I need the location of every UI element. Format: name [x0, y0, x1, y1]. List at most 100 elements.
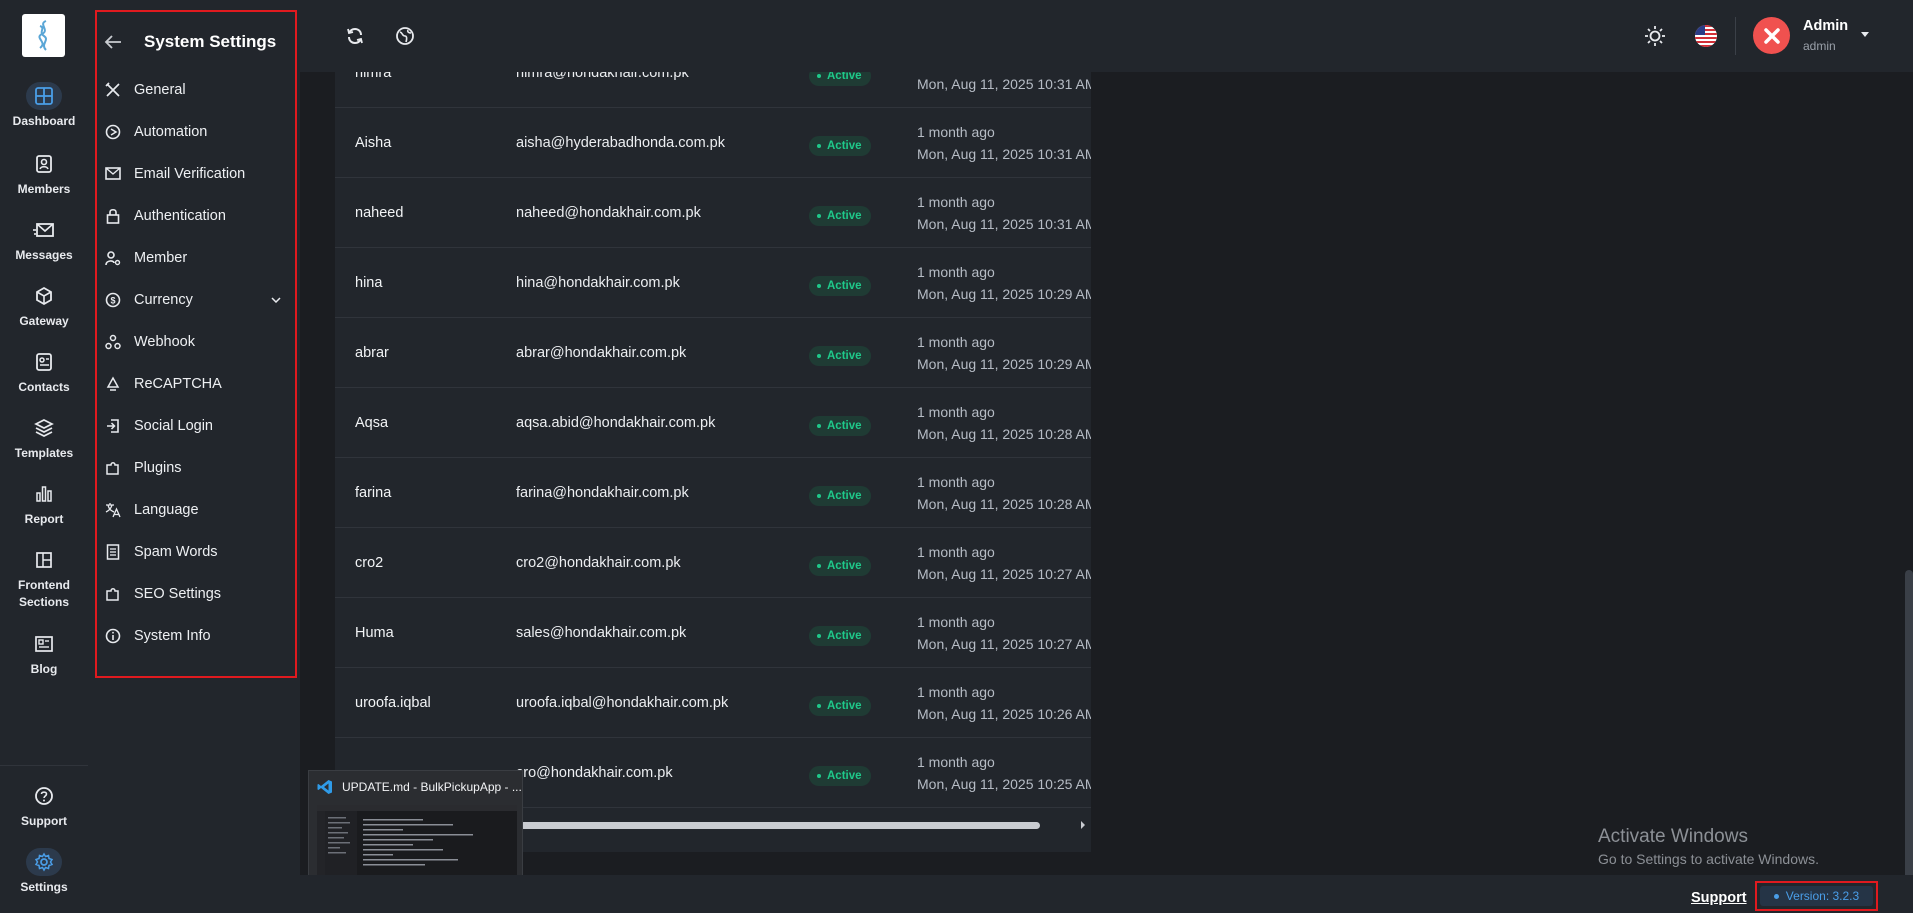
status-badge: Active [809, 766, 871, 786]
back-arrow-icon[interactable] [103, 32, 123, 52]
table-row[interactable]: hina hina@hondakhair.com.pk Active 1 month … [335, 248, 1091, 318]
horizontal-scrollbar-thumb[interactable] [520, 822, 1040, 829]
table-row[interactable]: Aqsa aqsa.abid@hondakhair.com.pk Active 1 m… [335, 388, 1091, 458]
menu-item-member[interactable]: Member [103, 245, 283, 271]
member-email: naheed@hondakhair.com.pk [516, 205, 701, 221]
menu-label: Email Verification [134, 166, 246, 182]
status-dot [817, 494, 821, 498]
rail-item-report[interactable]: Report [0, 480, 88, 528]
menu-item-authentication[interactable]: Authentication [103, 203, 283, 229]
menu-item-email-verification[interactable]: Email Verification [103, 161, 283, 187]
rail-item-members[interactable]: Members [0, 150, 88, 198]
member-email: cro@hondakhair.com.pk [516, 765, 673, 781]
avatar[interactable] [1753, 17, 1790, 54]
rail-item-gateway[interactable]: Gateway [0, 282, 88, 330]
chevron-down-icon[interactable] [269, 293, 283, 307]
table-row[interactable]: Aisha aisha@hyderabadhonda.com.pk Active 1 … [335, 108, 1091, 178]
created-ago: 1 month ago [917, 264, 995, 280]
status-label: Active [827, 210, 862, 222]
table-row[interactable]: naheed naheed@hondakhair.com.pk Active 1 mo… [335, 178, 1091, 248]
layout-icon [26, 546, 62, 574]
menu-item-seo-settings[interactable]: SEO Settings [103, 581, 283, 607]
rail-item-settings[interactable]: Settings [0, 848, 88, 896]
status-dot [817, 74, 821, 78]
scroll-right-arrow-icon[interactable] [1078, 818, 1088, 832]
rail-item-messages[interactable]: Messages [0, 216, 88, 264]
created-date: Mon, Aug 11, 2025 10:28 AM [917, 426, 1091, 442]
rail-item-blog[interactable]: Blog [0, 630, 88, 678]
menu-item-webhook[interactable]: Webhook [103, 329, 283, 355]
menu-label: General [134, 82, 186, 98]
table-row[interactable]: uroofa.iqbal uroofa.iqbal@hondakhair.com.… [335, 668, 1091, 738]
document-list-icon [103, 542, 123, 562]
status-dot [817, 144, 821, 148]
send-mail-icon [26, 216, 62, 244]
status-badge: Active [809, 346, 871, 366]
member-name: Aisha [355, 135, 392, 151]
menu-item-social-login[interactable]: Social Login [103, 413, 283, 439]
panel-title: System Settings [144, 32, 277, 51]
member-name: naheed [355, 205, 404, 221]
status-badge: Active [809, 136, 871, 156]
brand-logo[interactable] [22, 14, 65, 57]
status-badge: Active [809, 206, 871, 226]
rail-item-frontend-sections[interactable]: Frontend Sections [0, 546, 88, 611]
member-name: uroofa.iqbal [355, 695, 431, 711]
sun-theme-icon[interactable] [1643, 24, 1667, 48]
created-ago: 1 month ago [917, 404, 995, 420]
rail-label: Members [17, 182, 71, 196]
refresh-icon[interactable] [343, 24, 367, 48]
rail-divider [0, 765, 88, 766]
rail-item-support[interactable]: Support [0, 782, 88, 830]
caret-down-icon[interactable] [1858, 30, 1872, 40]
rail-item-contacts[interactable]: Contacts [0, 348, 88, 396]
status-label: Active [827, 140, 862, 152]
us-flag-icon[interactable] [1694, 24, 1718, 48]
table-row[interactable]: farina farina@hondakhair.com.pk Active 1 mo… [335, 458, 1091, 528]
rail-label: Frontend [18, 578, 70, 592]
user-name[interactable]: Admin [1803, 18, 1848, 34]
newspaper-icon [26, 630, 62, 658]
menu-item-language[interactable]: Language [103, 497, 283, 523]
member-email: abrar@hondakhair.com.pk [516, 345, 687, 361]
avatar-x-icon [1763, 27, 1780, 44]
member-email: aisha@hyderabadhonda.com.pk [516, 135, 725, 151]
status-dot [817, 564, 821, 568]
support-link[interactable]: Support [1691, 890, 1747, 906]
created-date: Mon, Aug 11, 2025 10:26 AM [917, 706, 1091, 722]
created-date: Mon, Aug 11, 2025 10:27 AM [917, 636, 1091, 652]
menu-item-spam-words[interactable]: Spam Words [103, 539, 283, 565]
created-date: Mon, Aug 11, 2025 10:29 AM [917, 286, 1091, 302]
vertical-scrollbar-thumb[interactable] [1905, 570, 1913, 895]
rail-item-templates[interactable]: Templates [0, 414, 88, 462]
rail-label: Templates [14, 446, 74, 460]
bar-chart-icon [26, 480, 62, 508]
member-name: Aqsa [355, 415, 389, 431]
menu-label: Webhook [134, 334, 195, 350]
menu-label: Spam Words [134, 544, 218, 560]
activate-windows-subtitle: Go to Settings to activate Windows. [1598, 851, 1819, 867]
menu-item-currency[interactable]: $ Currency [103, 287, 283, 313]
lock-icon [103, 206, 123, 226]
menu-item-plugins[interactable]: Plugins [103, 455, 283, 481]
created-ago: 1 month ago [917, 754, 995, 770]
created-ago: 1 month ago [917, 474, 995, 490]
table-row[interactable]: Huma sales@hondakhair.com.pk Active 1 month… [335, 598, 1091, 668]
created-date: Mon, Aug 11, 2025 10:29 AM [917, 356, 1091, 372]
rail-item-dashboard[interactable]: Dashboard [0, 82, 88, 130]
member-name: Huma [355, 625, 394, 641]
menu-item-recaptcha[interactable]: ReCAPTCHA [103, 371, 283, 397]
globe-icon[interactable] [393, 24, 417, 48]
version-dot [1773, 893, 1779, 899]
table-row[interactable]: nimranimra@hondakhair.com.pkActive1 mont… [335, 72, 1091, 108]
menu-item-automation[interactable]: Automation [103, 119, 283, 145]
created-ago: 1 month ago [917, 684, 995, 700]
menu-label: SEO Settings [134, 586, 222, 602]
member-email: hina@hondakhair.com.pk [516, 275, 680, 291]
table-row[interactable]: cro2 cro2@hondakhair.com.pk Active 1 month … [335, 528, 1091, 598]
status-dot [817, 424, 821, 428]
menu-item-general[interactable]: General [103, 77, 283, 103]
menu-item-system-info[interactable]: System Info [103, 623, 283, 649]
user-role: admin [1803, 39, 1836, 53]
table-row[interactable]: abrar abrar@hondakhair.com.pk Active 1 mont… [335, 318, 1091, 388]
